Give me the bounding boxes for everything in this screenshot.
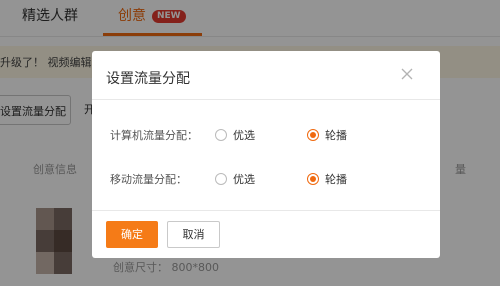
mobile-optimal-radio[interactable] — [215, 173, 227, 185]
mobile-rotate-radio[interactable] — [307, 173, 319, 185]
traffic-allocation-dialog: 设置流量分配 计算机流量分配： 优选 轮播 移动流量分配： 优选 轮播 确定 取… — [92, 51, 440, 258]
pc-traffic-label: 计算机流量分配： — [110, 129, 198, 142]
dialog-header-divider — [92, 99, 440, 100]
pc-rotate-label[interactable]: 轮播 — [325, 127, 347, 143]
dialog-footer-divider — [92, 210, 440, 211]
pc-rotate-radio[interactable] — [307, 129, 319, 141]
confirm-button[interactable]: 确定 — [106, 221, 158, 248]
pc-optimal-radio[interactable] — [215, 129, 227, 141]
dialog-title: 设置流量分配 — [106, 71, 190, 87]
pc-optimal-label[interactable]: 优选 — [233, 127, 255, 143]
cancel-button[interactable]: 取消 — [167, 221, 220, 248]
mobile-traffic-label: 移动流量分配： — [110, 173, 187, 186]
close-icon[interactable] — [398, 65, 416, 83]
mobile-rotate-label[interactable]: 轮播 — [325, 171, 347, 187]
mobile-optimal-label[interactable]: 优选 — [233, 171, 255, 187]
